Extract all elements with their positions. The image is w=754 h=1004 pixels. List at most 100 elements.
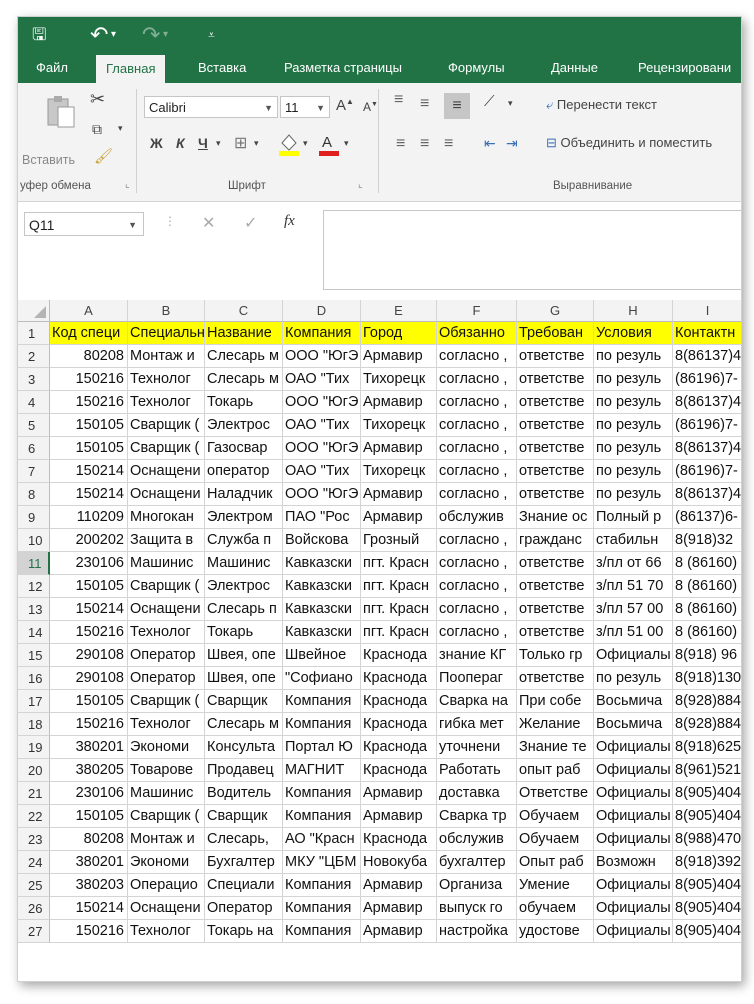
- table-cell[interactable]: 8(928)884: [673, 690, 741, 713]
- table-cell[interactable]: Продавец: [205, 759, 283, 782]
- table-cell[interactable]: Умение: [517, 874, 594, 897]
- table-cell[interactable]: согласно ,: [437, 483, 517, 506]
- row-header-7[interactable]: 7: [18, 460, 50, 483]
- table-cell[interactable]: оператор: [205, 460, 283, 483]
- table-cell[interactable]: Краснода: [361, 759, 437, 782]
- table-cell[interactable]: з/пл 57 00: [594, 598, 673, 621]
- table-cell[interactable]: ответстве: [517, 437, 594, 460]
- table-cell[interactable]: Кавказски: [283, 575, 361, 598]
- table-cell[interactable]: знание КГ: [437, 644, 517, 667]
- table-cell[interactable]: 150105: [50, 805, 128, 828]
- header-cell[interactable]: Код специ: [50, 322, 128, 345]
- table-cell[interactable]: стабильн: [594, 529, 673, 552]
- table-cell[interactable]: Машинис: [128, 552, 205, 575]
- grow-font-button[interactable]: A▲: [336, 97, 354, 114]
- row-header-13[interactable]: 13: [18, 598, 50, 621]
- column-header-f[interactable]: F: [437, 300, 517, 322]
- table-cell[interactable]: Технолог: [128, 368, 205, 391]
- table-cell[interactable]: 8 (86160): [673, 552, 741, 575]
- table-cell[interactable]: Поопераг: [437, 667, 517, 690]
- row-header-20[interactable]: 20: [18, 759, 50, 782]
- table-cell[interactable]: Операцио: [128, 874, 205, 897]
- table-cell[interactable]: согласно ,: [437, 414, 517, 437]
- table-cell[interactable]: Наладчик: [205, 483, 283, 506]
- paste-button-label[interactable]: Вставить: [22, 153, 75, 167]
- table-cell[interactable]: Оснащени: [128, 897, 205, 920]
- table-cell[interactable]: согласно ,: [437, 598, 517, 621]
- row-header-21[interactable]: 21: [18, 782, 50, 805]
- column-header-d[interactable]: D: [283, 300, 361, 322]
- row-header-11[interactable]: 11: [18, 552, 50, 575]
- table-cell[interactable]: 230106: [50, 782, 128, 805]
- cancel-icon[interactable]: ✕: [202, 213, 215, 233]
- table-cell[interactable]: обслужив: [437, 506, 517, 529]
- header-cell[interactable]: Город: [361, 322, 437, 345]
- table-cell[interactable]: Слесарь м: [205, 368, 283, 391]
- italic-button[interactable]: К: [176, 135, 185, 151]
- table-cell[interactable]: 150214: [50, 483, 128, 506]
- borders-dropdown-icon[interactable]: ▾: [254, 138, 259, 149]
- table-cell[interactable]: 150216: [50, 713, 128, 736]
- table-cell[interactable]: Технолог: [128, 391, 205, 414]
- table-cell[interactable]: Краснода: [361, 828, 437, 851]
- table-cell[interactable]: Служба п: [205, 529, 283, 552]
- table-cell[interactable]: Токарь: [205, 621, 283, 644]
- table-cell[interactable]: ответстве: [517, 368, 594, 391]
- table-cell[interactable]: по резуль: [594, 483, 673, 506]
- row-header-16[interactable]: 16: [18, 667, 50, 690]
- font-name-select[interactable]: Calibri ▼: [144, 96, 278, 118]
- table-cell[interactable]: (86137)6-: [673, 506, 741, 529]
- table-cell[interactable]: 380201: [50, 851, 128, 874]
- table-cell[interactable]: Газосвар: [205, 437, 283, 460]
- table-cell[interactable]: МКУ "ЦБМ: [283, 851, 361, 874]
- table-cell[interactable]: Официалы: [594, 644, 673, 667]
- table-cell[interactable]: 230106: [50, 552, 128, 575]
- table-cell[interactable]: Компания: [283, 897, 361, 920]
- table-cell[interactable]: 150216: [50, 621, 128, 644]
- row-header-1[interactable]: 1: [18, 322, 50, 345]
- fill-color-dropdown-icon[interactable]: ▾: [303, 138, 308, 149]
- copy-dropdown-icon[interactable]: ▾: [118, 123, 123, 134]
- table-cell[interactable]: 8(86137)4: [673, 391, 741, 414]
- formula-input[interactable]: [323, 210, 741, 290]
- align-top-icon[interactable]: ≡: [394, 91, 403, 109]
- orientation-dropdown-icon[interactable]: ▾: [508, 98, 513, 109]
- table-cell[interactable]: Компания: [283, 713, 361, 736]
- table-cell[interactable]: Компания: [283, 920, 361, 943]
- table-cell[interactable]: 8(905)404: [673, 874, 741, 897]
- row-header-15[interactable]: 15: [18, 644, 50, 667]
- header-cell[interactable]: Контактн: [673, 322, 741, 345]
- table-cell[interactable]: по резуль: [594, 391, 673, 414]
- column-header-a[interactable]: A: [50, 300, 128, 322]
- table-cell[interactable]: Компания: [283, 690, 361, 713]
- paste-icon[interactable]: [44, 93, 78, 129]
- table-cell[interactable]: по резуль: [594, 437, 673, 460]
- insert-function-icon[interactable]: fx: [284, 213, 295, 230]
- table-cell[interactable]: Оператор: [205, 897, 283, 920]
- table-cell[interactable]: Восьмича: [594, 690, 673, 713]
- increase-indent-icon[interactable]: ⇥: [506, 135, 518, 152]
- table-cell[interactable]: 380203: [50, 874, 128, 897]
- table-cell[interactable]: Монтаж и: [128, 345, 205, 368]
- table-cell[interactable]: 150216: [50, 391, 128, 414]
- tab-page-layout[interactable]: Разметка страницы: [274, 53, 412, 83]
- table-cell[interactable]: настройка: [437, 920, 517, 943]
- table-cell[interactable]: доставка: [437, 782, 517, 805]
- table-cell[interactable]: ответстве: [517, 391, 594, 414]
- table-cell[interactable]: "Софиано: [283, 667, 361, 690]
- copy-icon[interactable]: ⧉: [92, 121, 102, 138]
- table-cell[interactable]: Официалы: [594, 874, 673, 897]
- row-header-17[interactable]: 17: [18, 690, 50, 713]
- column-header-g[interactable]: G: [517, 300, 594, 322]
- table-cell[interactable]: Оснащени: [128, 598, 205, 621]
- table-cell[interactable]: 8(988)470: [673, 828, 741, 851]
- table-cell[interactable]: Армавир: [361, 391, 437, 414]
- table-cell[interactable]: ответстве: [517, 575, 594, 598]
- table-cell[interactable]: Сварщик (: [128, 437, 205, 460]
- table-cell[interactable]: Компания: [283, 782, 361, 805]
- table-cell[interactable]: Восьмича: [594, 713, 673, 736]
- table-cell[interactable]: Обучаем: [517, 805, 594, 828]
- table-cell[interactable]: пгт. Красн: [361, 621, 437, 644]
- header-cell[interactable]: Компания: [283, 322, 361, 345]
- table-cell[interactable]: обучаем: [517, 897, 594, 920]
